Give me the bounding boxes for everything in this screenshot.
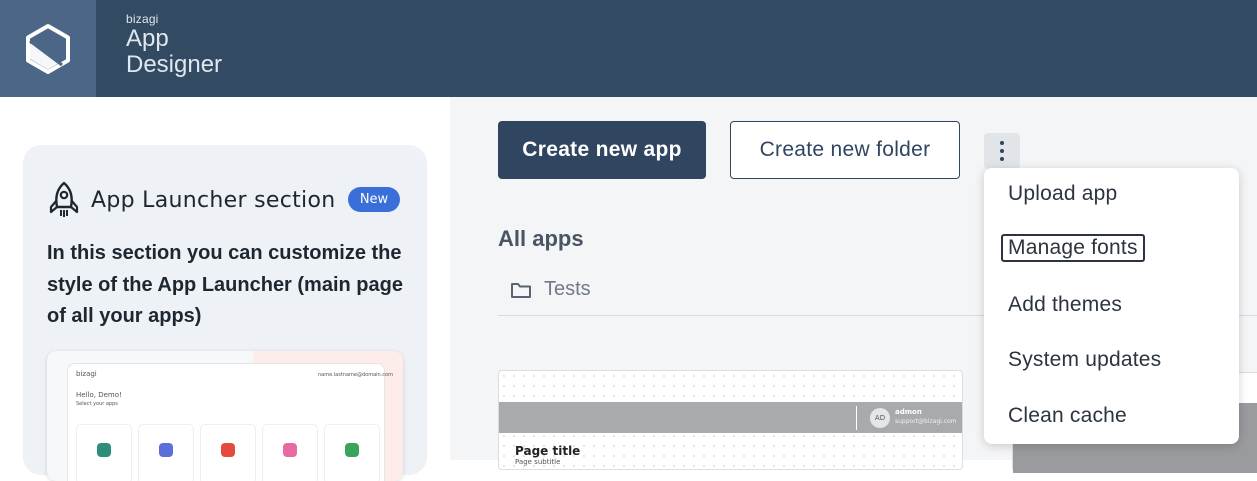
app-card-page-title: Page title — [515, 444, 581, 458]
app-card[interactable]: AD admon support@bizagi.com Page title P… — [498, 370, 963, 470]
menu-item-manage-fonts[interactable]: Manage fonts — [1001, 234, 1145, 262]
logo-button[interactable] — [0, 0, 96, 97]
rocket-icon — [49, 181, 79, 217]
launcher-title: App Launcher section — [91, 187, 336, 213]
hexagon-logo-icon — [26, 23, 70, 74]
menu-item-clean-cache[interactable]: Clean cache — [1008, 404, 1127, 428]
launcher-preview[interactable]: bizagi name.lastname@domain.com Hello, D… — [47, 351, 403, 481]
menu-item-add-themes[interactable]: Add themes — [1008, 293, 1122, 317]
avatar: AD — [870, 408, 890, 428]
preview-tile — [200, 424, 256, 481]
launcher-description: In this section you can customize the st… — [47, 242, 403, 327]
all-apps-heading: All apps — [498, 226, 584, 251]
app-card-header-band — [499, 402, 962, 433]
app-card-user-name: admon — [895, 408, 922, 416]
preview-subtitle: Select your apps — [76, 401, 118, 407]
menu-item-upload-app[interactable]: Upload app — [1008, 182, 1117, 206]
app-card-page-subtitle: Page subtitle — [515, 458, 561, 466]
app-title-line1: App — [126, 25, 169, 52]
tile-icon — [283, 443, 297, 457]
app-card-separator — [856, 406, 857, 430]
brand-block: bizagi App Designer — [126, 12, 222, 78]
app-title-line2: Designer — [126, 51, 223, 78]
new-badge: New — [348, 187, 400, 212]
create-new-app-button[interactable]: Create new app — [498, 121, 706, 179]
tile-icon — [221, 443, 235, 457]
app-header: bizagi App Designer — [0, 0, 1257, 97]
preview-user: name.lastname@domain.com — [318, 372, 393, 378]
folder-item-tests[interactable]: Tests — [510, 278, 591, 301]
tile-icon — [345, 443, 359, 457]
kebab-menu-icon[interactable] — [984, 133, 1020, 169]
preview-tile — [138, 424, 194, 481]
folder-label: Tests — [544, 278, 591, 300]
tile-icon — [159, 443, 173, 457]
brand-small: bizagi — [126, 12, 159, 26]
preview-tile — [262, 424, 318, 481]
launcher-card-title: App Launcher section — [47, 181, 335, 219]
preview-window: bizagi name.lastname@domain.com Hello, D… — [67, 363, 393, 481]
preview-greeting: Hello, Demo! — [76, 391, 122, 399]
create-new-folder-button[interactable]: Create new folder — [730, 121, 960, 179]
app-card-user-email: support@bizagi.com — [895, 418, 957, 425]
preview-tile — [76, 424, 132, 481]
options-dropdown-menu: Upload app Manage fonts Add themes Syste… — [984, 168, 1239, 444]
menu-item-system-updates[interactable]: System updates — [1008, 348, 1161, 372]
folder-icon — [511, 282, 531, 298]
tile-icon — [97, 443, 111, 457]
preview-brand: bizagi — [76, 370, 97, 378]
preview-tile — [324, 424, 380, 481]
